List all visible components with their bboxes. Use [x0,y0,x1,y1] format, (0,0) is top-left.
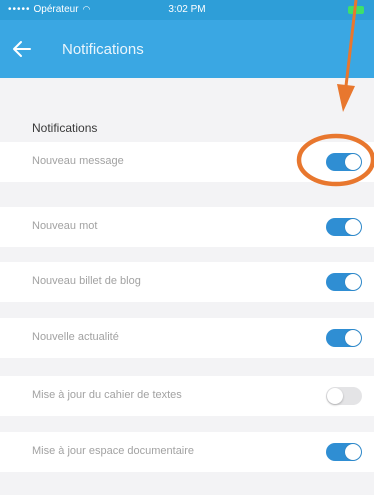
setting-row-documents-update: Mise à jour espace documentaire [0,432,374,472]
setting-row-new-blog-post: Nouveau billet de blog [0,262,374,302]
status-time: 3:02 PM [168,4,206,15]
toggle-knob [345,444,361,460]
documents-update-toggle[interactable] [326,443,362,461]
new-blog-post-toggle[interactable] [326,273,362,291]
new-word-toggle[interactable] [326,218,362,236]
toggle-knob [345,219,361,235]
new-news-toggle[interactable] [326,329,362,347]
setting-label: Mise à jour espace documentaire [32,445,195,457]
setting-label: Nouveau billet de blog [32,275,141,287]
toggle-knob [345,274,361,290]
battery-icon [348,6,364,14]
setting-row-new-news: Nouvelle actualité [0,318,374,358]
setting-label: Nouvelle actualité [32,331,119,343]
page-title: Notifications [62,41,144,58]
nav-bar: Notifications [0,20,374,78]
setting-label: Nouveau mot [32,220,98,232]
textbook-update-toggle[interactable] [326,387,362,405]
status-bar: ••••• Opérateur ◠ 3:02 PM [0,0,374,20]
new-message-toggle[interactable] [326,153,362,171]
section-header: Notifications [0,116,374,142]
setting-row-new-word: Nouveau mot [0,207,374,247]
setting-label: Mise à jour du cahier de textes [32,389,182,401]
section-title: Notifications [32,121,98,135]
annotation-arrow-head [337,84,355,112]
setting-label: Nouveau message [32,155,124,167]
toggle-knob [345,330,361,346]
toggle-knob [327,388,343,404]
back-arrow-icon[interactable] [10,37,34,61]
toggle-knob [345,154,361,170]
setting-row-textbook-update: Mise à jour du cahier de textes [0,376,374,416]
setting-row-new-message: Nouveau message [0,142,374,182]
